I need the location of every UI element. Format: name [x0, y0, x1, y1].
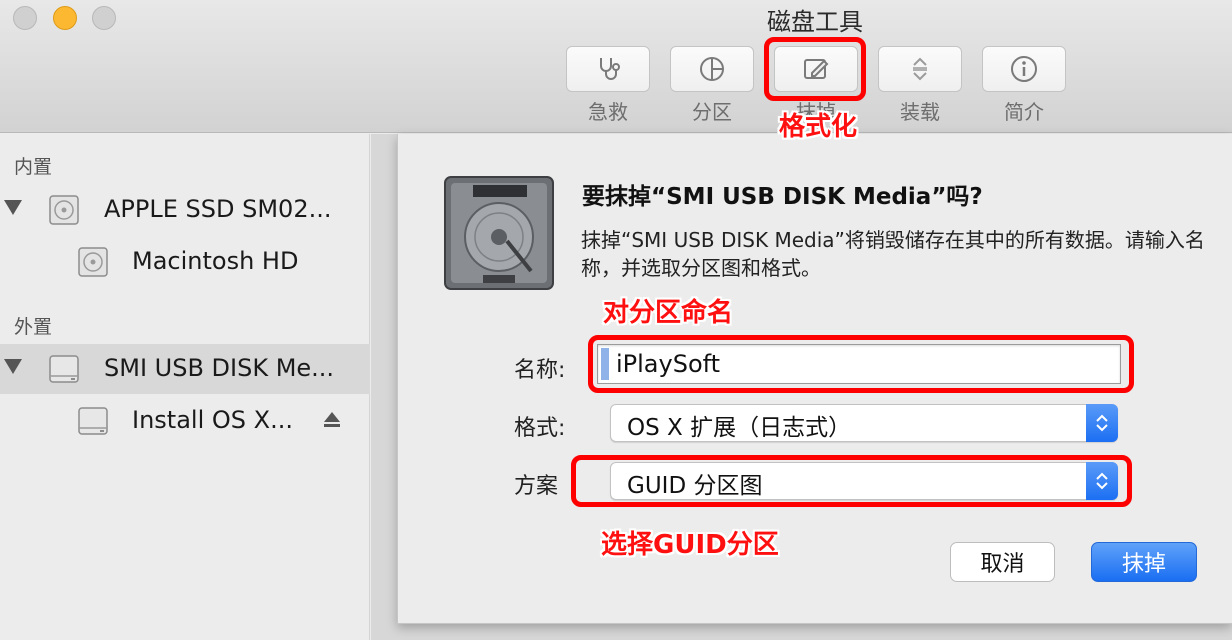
sidebar-item-install-os-x[interactable]: Install OS X...	[0, 396, 370, 446]
partition-label: 分区	[692, 100, 732, 124]
annotation-box-erase	[764, 37, 866, 101]
annotation-name-note: 对分区命名	[603, 298, 734, 328]
sidebar-item-label: Install OS X...	[132, 406, 293, 434]
info-button[interactable]	[982, 46, 1066, 92]
toolbar: 磁盘工具 急救 分区 抹掉 装载 简介	[0, 0, 1232, 133]
scheme-label: 方案	[514, 474, 559, 499]
format-select-value: OS X 扩展（日志式）	[627, 415, 852, 441]
hard-disk-icon	[444, 176, 554, 290]
sidebar-item-apple-ssd[interactable]: APPLE SSD SM02...	[0, 185, 370, 235]
annotation-guid-note: 选择GUID分区	[601, 530, 779, 560]
external-volume-icon	[78, 407, 108, 435]
format-select[interactable]: OS X 扩展（日志式）	[610, 404, 1118, 442]
mount-button[interactable]	[878, 46, 962, 92]
sidebar-item-smi-usb-disk[interactable]: SMI USB DISK Me...	[0, 344, 370, 394]
name-label: 名称:	[514, 358, 566, 383]
disclosure-triangle-icon[interactable]	[4, 359, 22, 374]
sidebar-item-label: SMI USB DISK Me...	[104, 354, 335, 382]
sidebar-item-label: Macintosh HD	[132, 247, 299, 275]
internal-disk-icon	[49, 195, 79, 225]
stethoscope-icon	[600, 58, 620, 80]
sidebar-item-label: APPLE SSD SM02...	[104, 195, 332, 223]
annotation-format-note: 格式化	[779, 112, 858, 142]
sidebar-item-macintosh-hd[interactable]: Macintosh HD	[0, 237, 370, 287]
sidebar-section-external: 外置	[14, 316, 53, 338]
internal-volume-icon	[78, 247, 108, 277]
sidebar-section-internal: 内置	[14, 156, 53, 178]
annotation-box-scheme	[571, 455, 1132, 507]
eject-icon[interactable]	[322, 410, 342, 430]
sidebar: 内置 APPLE SSD SM02... Macintosh HD 外置 SMI…	[0, 134, 370, 640]
mount-icon	[913, 57, 927, 81]
info-icon	[1011, 56, 1037, 82]
window-title: 磁盘工具	[767, 8, 863, 36]
annotation-box-name	[588, 335, 1134, 393]
disclosure-triangle-icon[interactable]	[4, 200, 22, 215]
dialog-title: 要抹掉“SMI USB DISK Media”吗?	[582, 184, 983, 210]
mount-label: 装载	[900, 100, 940, 124]
external-disk-icon	[49, 355, 79, 383]
dialog-message: 抹掉“SMI USB DISK Media”将销毁储存在其中的所有数据。请输入名…	[581, 228, 1205, 280]
erase-button[interactable]: 抹掉	[1091, 542, 1197, 582]
format-label: 格式:	[514, 416, 566, 441]
info-label: 简介	[1004, 100, 1044, 124]
cancel-button[interactable]: 取消	[950, 542, 1055, 582]
pie-chart-icon	[700, 57, 724, 81]
chevron-up-down-icon	[1086, 404, 1118, 442]
partition-button[interactable]	[670, 46, 754, 92]
first-aid-label: 急救	[588, 100, 628, 124]
first-aid-button[interactable]	[566, 46, 650, 92]
